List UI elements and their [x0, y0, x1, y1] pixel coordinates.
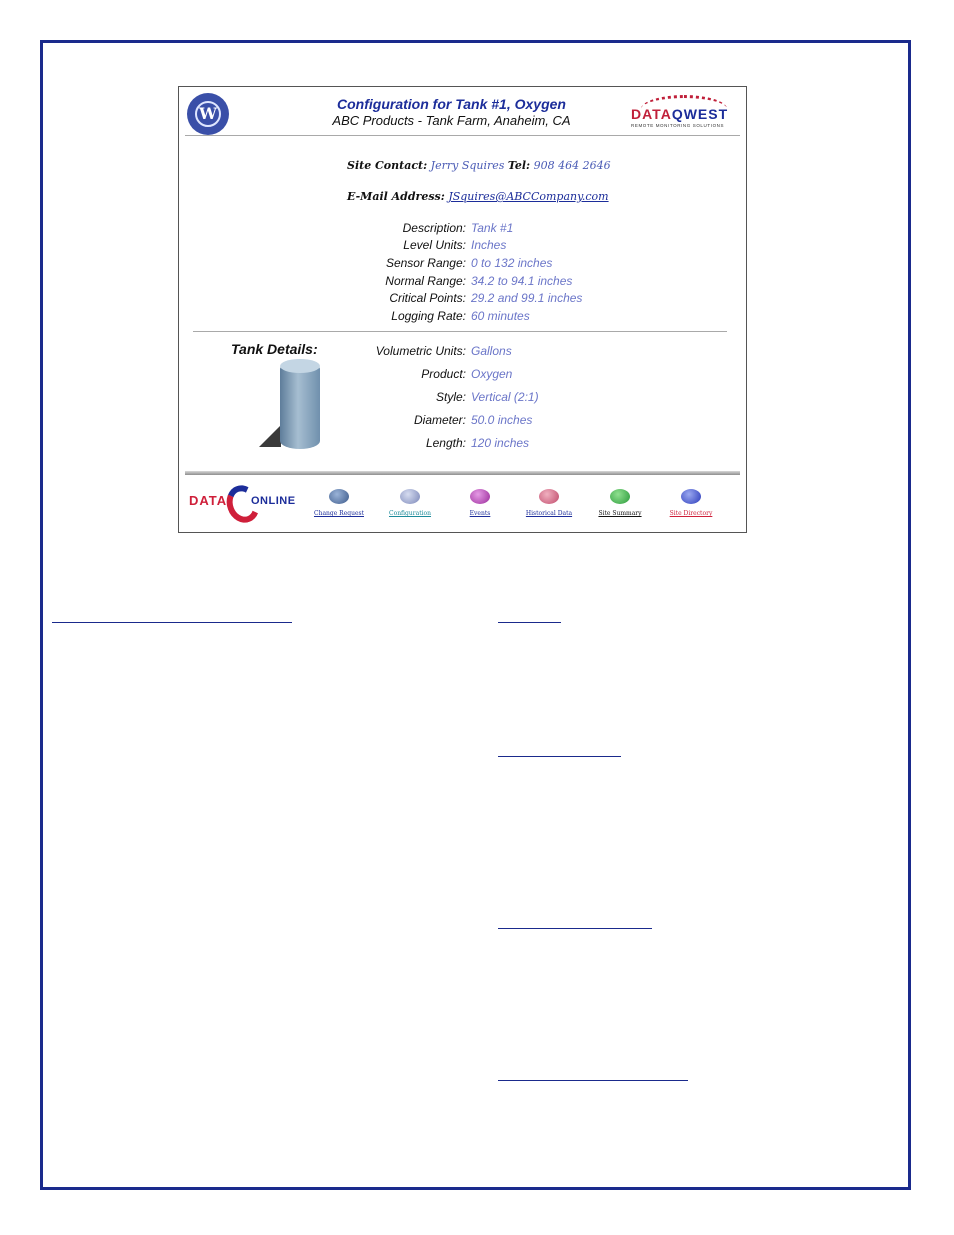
dollar-icon [610, 489, 630, 504]
header-divider [185, 135, 740, 136]
email-link[interactable]: JSquires@ABCCompany.com [448, 190, 608, 203]
gear-globe-icon [400, 489, 420, 504]
dataqwest-logo: DATAQWEST REMOTE MONITORING SOLUTIONS [629, 95, 739, 131]
nav-change-request[interactable]: Change Request [307, 489, 371, 517]
email-row: E-Mail Address: JSquires@ABCCompany.com [347, 190, 767, 203]
navbar-divider [185, 471, 740, 475]
field-description: Description: Tank #1 [402, 221, 514, 235]
site-contact-value: Jerry Squires [430, 159, 505, 172]
field-level-units: Level Units: Inches [403, 238, 507, 252]
page-title: Configuration for Tank #1, Oxygen [337, 96, 566, 112]
section-divider [193, 331, 727, 332]
nav-configuration[interactable]: Configuration [378, 489, 442, 517]
chart-icon [539, 489, 559, 504]
field-volumetric-units: Volumetric Units: Gallons [375, 344, 512, 358]
field-logging-rate: Logging Rate: 60 minutes [391, 309, 530, 323]
nav-site-summary[interactable]: Site Summary [588, 489, 652, 517]
globe-icon [329, 489, 349, 504]
tank-configuration-panel: W Configuration for Tank #1, Oxygen ABC … [178, 86, 747, 533]
field-sensor-range: Sensor Range: 0 to 132 inches [385, 256, 553, 270]
tel-value: 908 464 2646 [533, 159, 611, 172]
field-length: Length: 120 inches [425, 436, 530, 450]
directory-icon [681, 489, 701, 504]
blank-line [498, 1080, 688, 1081]
company-logo-icon: W [187, 93, 229, 135]
site-contact-row: Site Contact: Jerry Squires Tel: 908 464… [347, 159, 767, 172]
blank-line [498, 622, 561, 623]
field-normal-range: Normal Range: 34.2 to 94.1 inches [385, 274, 573, 288]
star-icon [470, 489, 490, 504]
blank-line [498, 928, 652, 929]
blank-line [52, 622, 292, 623]
site-contact-label: Site Contact: [347, 159, 428, 172]
nav-historical-data[interactable]: Historical Data [517, 489, 581, 517]
tel-label: Tel: [507, 159, 531, 172]
page-subtitle: ABC Products - Tank Farm, Anaheim, CA [332, 113, 571, 128]
blank-line [498, 756, 621, 757]
field-style: Style: Vertical (2:1) [435, 390, 539, 404]
field-critical-points: Critical Points: 29.2 and 99.1 inches [389, 291, 583, 305]
nav-site-directory[interactable]: Site Directory [659, 489, 723, 517]
field-diameter: Diameter: 50.0 inches [413, 413, 533, 427]
field-product: Product: Oxygen [421, 367, 513, 381]
dataonline-logo: DATA ONLINE [189, 480, 299, 528]
nav-events[interactable]: Events [448, 489, 512, 517]
email-label: E-Mail Address: [347, 190, 445, 203]
